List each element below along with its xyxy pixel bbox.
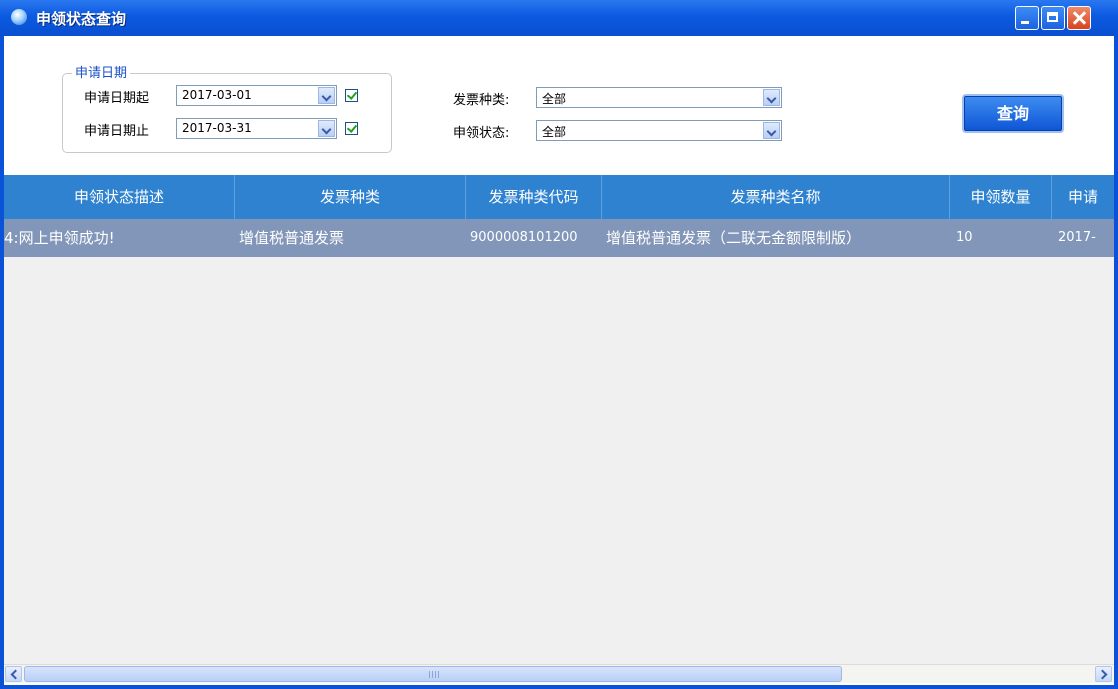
date-start-label: 申请日期起 bbox=[84, 91, 150, 106]
date-start-picker[interactable]: 2017-03-01 bbox=[176, 85, 337, 106]
date-end-label: 申请日期止 bbox=[84, 124, 150, 139]
app-icon bbox=[11, 9, 27, 25]
filter-panel: 申请日期 申请日期起 2017-03-01 申请日期止 2017-03-31 发… bbox=[4, 36, 1114, 175]
chevron-down-icon[interactable] bbox=[763, 89, 780, 106]
client-area: 申请日期 申请日期起 2017-03-01 申请日期止 2017-03-31 发… bbox=[4, 36, 1114, 685]
scroll-left-icon[interactable] bbox=[5, 666, 22, 682]
invoice-type-select[interactable]: 全部 bbox=[536, 87, 782, 108]
chevron-down-icon[interactable] bbox=[318, 120, 335, 137]
invoice-type-label: 发票种类: bbox=[453, 93, 510, 108]
column-header[interactable]: 发票种类 bbox=[235, 175, 466, 219]
date-end-value: 2017-03-31 bbox=[182, 121, 252, 135]
invoice-type-value: 全部 bbox=[542, 92, 567, 106]
date-end-picker[interactable]: 2017-03-31 bbox=[176, 118, 337, 139]
table-cell: 10 bbox=[956, 230, 973, 245]
column-header[interactable]: 申领数量 bbox=[950, 175, 1052, 219]
window-title: 申领状态查询 bbox=[36, 10, 127, 28]
main-window: 申领状态查询 申请日期 申请日期起 2017-03-01 申请日期止 2017-… bbox=[0, 0, 1118, 689]
chevron-down-icon[interactable] bbox=[763, 122, 780, 139]
column-header[interactable]: 申领状态描述 bbox=[4, 175, 235, 219]
status-select[interactable]: 全部 bbox=[536, 120, 782, 141]
status-value: 全部 bbox=[542, 125, 567, 139]
horizontal-scrollbar[interactable] bbox=[4, 664, 1114, 683]
status-label: 申领状态: bbox=[453, 126, 510, 141]
grid-header: 申领状态描述 发票种类 发票种类代码 发票种类名称 申领数量 申请 bbox=[4, 175, 1114, 219]
grip-icon bbox=[429, 671, 439, 678]
date-start-checkbox[interactable] bbox=[345, 89, 358, 102]
table-cell: 4:网上申领成功! bbox=[4, 229, 115, 247]
table-cell: 增值税普通发票（二联无金额限制版） bbox=[606, 229, 862, 247]
date-start-value: 2017-03-01 bbox=[182, 88, 252, 102]
close-button[interactable] bbox=[1067, 6, 1091, 30]
date-end-checkbox[interactable] bbox=[345, 122, 358, 135]
date-group-legend: 申请日期 bbox=[72, 62, 131, 81]
results-grid: 申领状态描述 发票种类 发票种类代码 发票种类名称 申领数量 申请 4:网上申领… bbox=[4, 175, 1114, 683]
minimize-button[interactable] bbox=[1015, 6, 1039, 30]
chevron-down-icon[interactable] bbox=[318, 87, 335, 104]
table-cell: 增值税普通发票 bbox=[239, 229, 345, 247]
scroll-right-icon[interactable] bbox=[1095, 666, 1112, 682]
query-button[interactable]: 查询 bbox=[964, 96, 1062, 131]
scrollbar-thumb[interactable] bbox=[24, 666, 842, 682]
table-cell: 9000008101200 bbox=[470, 230, 578, 245]
column-header[interactable]: 发票种类代码 bbox=[466, 175, 602, 219]
table-row[interactable]: 4:网上申领成功! 增值税普通发票 9000008101200 增值税普通发票（… bbox=[4, 219, 1114, 257]
maximize-button[interactable] bbox=[1041, 6, 1065, 30]
table-cell: 2017- bbox=[1058, 230, 1096, 245]
column-header[interactable]: 申请 bbox=[1052, 175, 1114, 219]
column-header[interactable]: 发票种类名称 bbox=[602, 175, 950, 219]
title-bar[interactable]: 申领状态查询 bbox=[0, 0, 1118, 36]
